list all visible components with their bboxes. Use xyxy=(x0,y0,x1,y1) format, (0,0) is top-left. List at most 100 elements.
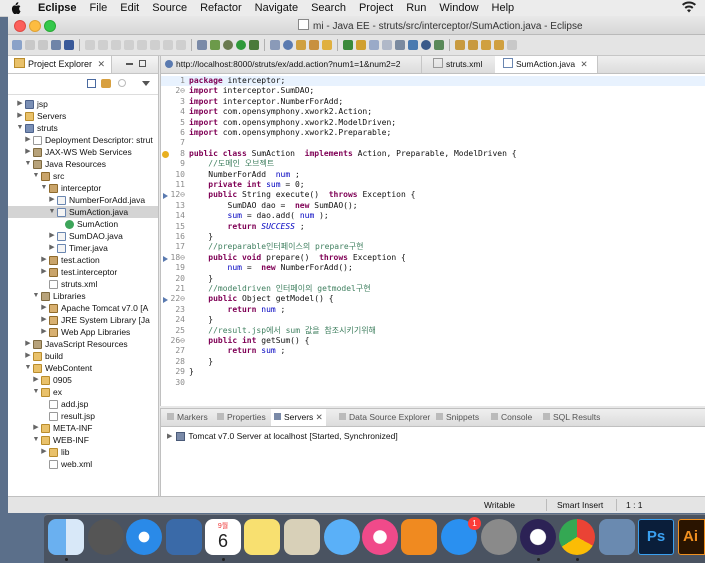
last-edit-icon[interactable] xyxy=(481,40,491,50)
expand-arrow-icon[interactable]: ▶ xyxy=(48,194,56,206)
menu-navigate[interactable]: Navigate xyxy=(255,2,298,14)
expand-arrow-icon[interactable]: ▶ xyxy=(16,98,24,110)
illustrator-icon[interactable]: Ai xyxy=(678,519,705,555)
resume-icon[interactable] xyxy=(98,40,108,50)
expand-arrow-icon[interactable]: ▶ xyxy=(40,446,48,458)
tree-item[interactable]: ▼ src xyxy=(8,170,158,182)
tree-item[interactable]: result.jsp xyxy=(8,410,158,422)
project-explorer-tab[interactable]: Project Explorer ✕ xyxy=(8,56,113,73)
package-icon[interactable] xyxy=(309,40,319,50)
collapse-arrow-icon[interactable]: ▼ xyxy=(16,122,24,134)
tree-item[interactable]: web.xml xyxy=(8,458,158,470)
tree-item[interactable]: ▼ struts xyxy=(8,122,158,134)
minimize-icon[interactable] xyxy=(126,63,133,65)
collapse-arrow-icon[interactable]: ▼ xyxy=(32,170,40,182)
expand-arrow-icon[interactable]: ▶ xyxy=(16,110,24,122)
collapse-arrow-icon[interactable]: ▼ xyxy=(48,206,56,218)
tab-servers[interactable]: Servers ✕ xyxy=(271,409,326,426)
tree-item[interactable]: ▶ META-INF xyxy=(8,422,158,434)
disconnect-icon[interactable] xyxy=(137,40,147,50)
block-selection-icon[interactable] xyxy=(408,40,418,50)
calendar-icon[interactable]: 9월 6 xyxy=(205,519,241,555)
collapse-arrow-icon[interactable]: ▼ xyxy=(32,434,40,446)
code-line[interactable]: 30 xyxy=(161,378,705,388)
finder-icon[interactable] xyxy=(48,519,84,555)
tree-item[interactable]: ▶ Servers xyxy=(8,110,158,122)
tree-item[interactable]: ▶ Web App Libraries xyxy=(8,326,158,338)
code-line[interactable]: 17 //preparable인터페이스의 prepare구현 xyxy=(161,242,705,252)
menu-app-name[interactable]: Eclipse xyxy=(38,2,77,14)
expand-arrow-icon[interactable]: ▶ xyxy=(24,134,32,146)
tree-item[interactable]: ▶ JRE System Library [Ja xyxy=(8,314,158,326)
code-line[interactable]: 15 return SUCCESS ; xyxy=(161,222,705,232)
image-preview-icon[interactable] xyxy=(599,519,635,555)
books-icon[interactable] xyxy=(401,519,437,555)
search-task-icon[interactable] xyxy=(356,40,366,50)
step-return-icon[interactable] xyxy=(176,40,186,50)
code-line[interactable]: 19 num = new NumberForAdd(); xyxy=(161,263,705,273)
messages-icon[interactable] xyxy=(324,519,360,555)
expand-arrow-icon[interactable]: ▶ xyxy=(40,302,48,314)
annotation-icon[interactable] xyxy=(382,40,392,50)
code-line[interactable]: 11 private int sum = 0; xyxy=(161,180,705,190)
menu-project[interactable]: Project xyxy=(359,2,393,14)
apple-logo-icon[interactable] xyxy=(10,2,24,14)
server-row[interactable]: ▶ Tomcat v7.0 Server at localhost [Start… xyxy=(167,431,398,441)
open-type-icon[interactable] xyxy=(64,40,74,50)
print-icon[interactable] xyxy=(51,40,61,50)
code-line[interactable]: 2⊖ import interceptor.SumDAO; xyxy=(161,86,705,96)
safari-icon[interactable] xyxy=(126,519,162,555)
tree-item[interactable]: ▶ SumDAO.java xyxy=(8,230,158,242)
expand-arrow-icon[interactable]: ▶ xyxy=(24,350,32,362)
code-line[interactable]: 26⊖ public int getSum() { xyxy=(161,336,705,346)
tree-item[interactable]: struts.xml xyxy=(8,278,158,290)
code-line[interactable]: 18⊖ public void prepare() throws Excepti… xyxy=(161,253,705,263)
next-annotation-icon[interactable] xyxy=(455,40,465,50)
menu-refactor[interactable]: Refactor xyxy=(200,2,242,14)
code-line[interactable]: 7 xyxy=(161,138,705,148)
new-icon[interactable] xyxy=(12,40,22,50)
code-line[interactable]: 6 import com.opensymphony.xwork2.Preparab… xyxy=(161,128,705,138)
code-line[interactable]: 14 sum = dao.add( num ); xyxy=(161,211,705,221)
code-line[interactable]: 22⊖ public Object getModel() { xyxy=(161,294,705,304)
tree-item[interactable]: ▼ WEB-INF xyxy=(8,434,158,446)
expand-arrow-icon[interactable]: ▶ xyxy=(24,338,32,350)
tree-item[interactable]: ▶ Timer.java xyxy=(8,242,158,254)
tree-item[interactable]: ▼ SumAction.java xyxy=(8,206,158,218)
tree-item[interactable]: ▼ Libraries xyxy=(8,290,158,302)
minimize-window-button[interactable] xyxy=(29,20,41,32)
tree-item[interactable]: ▼ WebContent xyxy=(8,362,158,374)
mail-bird-icon[interactable] xyxy=(166,519,202,555)
code-line[interactable]: 29} xyxy=(161,367,705,377)
menu-run[interactable]: Run xyxy=(406,2,426,14)
code-line[interactable]: 27 return sum ; xyxy=(161,346,705,356)
terminate-icon[interactable] xyxy=(124,40,134,50)
tab-console[interactable]: Console xyxy=(491,409,532,426)
tree-item[interactable]: ▼ interceptor xyxy=(8,182,158,194)
web-browser-icon[interactable] xyxy=(283,40,293,50)
collapse-arrow-icon[interactable]: ▼ xyxy=(32,290,40,302)
tree-item[interactable]: ▶ test.interceptor xyxy=(8,266,158,278)
debug-icon[interactable] xyxy=(223,40,233,50)
tree-item[interactable]: ▶ Apache Tomcat v7.0 [A xyxy=(8,302,158,314)
expand-arrow-icon[interactable]: ▶ xyxy=(40,266,48,278)
expand-arrow-icon[interactable]: ▶ xyxy=(32,422,40,434)
code-line[interactable]: 25 //result.jsp에서 sum 값을 참조시키기위해 xyxy=(161,326,705,336)
tab-sumaction-java[interactable]: SumAction.java ✕ xyxy=(495,56,598,73)
view-menu-icon[interactable] xyxy=(142,81,150,86)
tab-browser[interactable]: http://localhost:8000/struts/ex/add.acti… xyxy=(161,56,422,73)
launchpad-icon[interactable] xyxy=(88,519,124,555)
expand-arrow-icon[interactable]: ▶ xyxy=(167,432,172,440)
collapse-all-icon[interactable] xyxy=(87,79,96,88)
link-with-editor-icon[interactable] xyxy=(101,79,111,88)
plugin-icon[interactable] xyxy=(343,40,353,50)
music-icon[interactable] xyxy=(362,519,398,555)
code-line[interactable]: 13 SumDAO dao = new SumDAO(); xyxy=(161,201,705,211)
save-icon[interactable] xyxy=(25,40,35,50)
tab-properties[interactable]: Properties xyxy=(217,409,266,426)
suspend-icon[interactable] xyxy=(111,40,121,50)
code-line[interactable]: 24 } xyxy=(161,315,705,325)
tree-item[interactable]: SumAction xyxy=(8,218,158,230)
expand-arrow-icon[interactable]: ▶ xyxy=(32,374,40,386)
code-line[interactable]: 23 return num ; xyxy=(161,305,705,315)
